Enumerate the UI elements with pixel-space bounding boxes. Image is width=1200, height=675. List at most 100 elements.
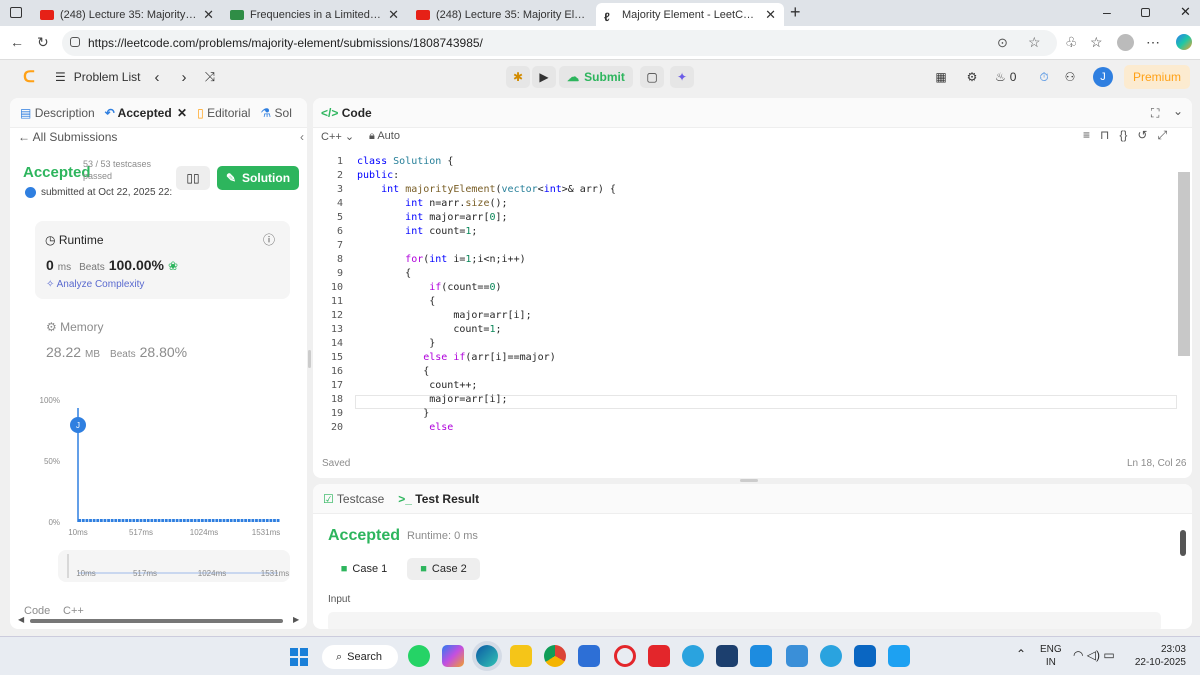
debug-icon[interactable]: ✱: [506, 66, 530, 88]
info-icon[interactable]: ⓘ: [263, 231, 275, 248]
scroll-left-icon[interactable]: ◀: [18, 615, 24, 624]
timer-icon[interactable]: ⏱: [1036, 68, 1052, 86]
refresh-icon[interactable]: ↻: [37, 34, 49, 51]
browser-tab-2[interactable]: Frequencies in a Limited Array | P ✕: [222, 3, 407, 26]
testcase-tab[interactable]: ☑ Testcase: [323, 492, 384, 506]
browser-tab-4-active[interactable]: ℓ Majority Element - LeetCode ✕: [596, 3, 784, 26]
streak-counter[interactable]: ♨ 0: [995, 68, 1016, 86]
collapse-panel-icon[interactable]: ⌄: [1173, 104, 1183, 118]
maximize-panel-icon[interactable]: ⛶: [1151, 106, 1159, 121]
tab-description[interactable]: ▤ Description: [20, 106, 95, 120]
leetcode-logo-icon[interactable]: ᑕ: [20, 68, 38, 86]
code-line: 2 public:: [313, 169, 1177, 183]
solution-button[interactable]: ✎ Solution: [217, 166, 299, 190]
language-indicator[interactable]: ENG IN: [1040, 643, 1062, 669]
ai-sparkle-icon[interactable]: ✦: [670, 66, 694, 88]
prev-problem-icon[interactable]: ‹: [150, 68, 164, 86]
clock[interactable]: 23:03 22-10-2025: [1133, 643, 1186, 669]
case-2-tab[interactable]: ■ Case 2: [407, 558, 480, 580]
site-info-icon[interactable]: [70, 37, 80, 47]
whatsapp-icon[interactable]: [408, 645, 430, 667]
horizontal-scrollbar[interactable]: ◀ ▶: [18, 615, 301, 624]
braces-icon[interactable]: {}: [1119, 128, 1127, 143]
code-tab[interactable]: </> Code: [321, 106, 372, 120]
copilot-icon[interactable]: [1176, 34, 1192, 50]
language-select[interactable]: C++ ⌄: [321, 130, 354, 143]
devcpp-icon[interactable]: [716, 645, 738, 667]
favorite-star-icon[interactable]: ☆: [1028, 34, 1041, 51]
close-tab-icon[interactable]: ✕: [388, 7, 399, 23]
problem-list-button[interactable]: ☰ Problem List: [55, 68, 140, 86]
back-icon[interactable]: ←: [10, 34, 24, 50]
taskbar-search[interactable]: ⌕ Search: [322, 645, 398, 669]
result-scrollbar[interactable]: [1180, 530, 1186, 556]
tab-accepted[interactable]: ↶ Accepted ✕: [105, 106, 187, 120]
test-result-tab[interactable]: >_ Test Result: [398, 492, 479, 506]
profile-avatar[interactable]: [1117, 34, 1134, 51]
vscode-icon[interactable]: [750, 645, 772, 667]
wps-icon[interactable]: [648, 645, 670, 667]
notes-icon[interactable]: ▢: [640, 66, 664, 88]
notebook-icon[interactable]: ▯▯: [176, 166, 210, 190]
user-avatar[interactable]: J: [1093, 67, 1113, 87]
linkedin-icon[interactable]: [854, 645, 876, 667]
tab-editorial[interactable]: ▯ Editorial: [197, 106, 250, 120]
code-line: 6 int count=1;: [313, 225, 1177, 239]
all-submissions-link[interactable]: ← All Submissions: [18, 130, 117, 144]
tray-chevron-icon[interactable]: ⌃: [1016, 647, 1026, 661]
case-1-tab[interactable]: ■ Case 1: [333, 558, 395, 580]
run-icon[interactable]: ▶: [532, 66, 556, 88]
close-tab-icon[interactable]: ✕: [177, 106, 187, 120]
extensions-icon[interactable]: ♧: [1065, 34, 1078, 51]
new-tab-icon[interactable]: +: [790, 2, 801, 23]
scroll-right-icon[interactable]: ▶: [293, 615, 299, 624]
tab-solutions[interactable]: ⚗ Sol: [260, 106, 291, 120]
bookmark-icon[interactable]: ⊓: [1100, 128, 1109, 143]
favorites-icon[interactable]: ☆: [1090, 34, 1103, 51]
more-icon[interactable]: ⋯: [1146, 34, 1160, 51]
notepad-icon[interactable]: [786, 645, 808, 667]
file-explorer-icon[interactable]: [510, 645, 532, 667]
close-tab-icon[interactable]: ✕: [203, 7, 214, 23]
analyze-complexity-link[interactable]: ✧ Analyze Complexity: [46, 279, 144, 290]
submit-button[interactable]: ☁ Submit: [559, 66, 633, 88]
close-window-icon[interactable]: ✕: [1180, 4, 1191, 20]
layout-icon[interactable]: ▦: [933, 68, 949, 86]
next-problem-icon[interactable]: ›: [177, 68, 191, 86]
code-vertical-scrollbar[interactable]: [1178, 172, 1190, 356]
add-friend-icon[interactable]: ⚇: [1062, 68, 1078, 86]
auto-mode[interactable]: 🔒︎ Auto: [369, 130, 400, 143]
vertical-resize-handle[interactable]: [740, 479, 758, 482]
settings-gear-icon[interactable]: ⚙: [964, 68, 980, 86]
bar: [168, 519, 172, 522]
premium-button[interactable]: Premium: [1124, 65, 1190, 89]
lock-icon: 🔒︎: [369, 130, 375, 142]
twitter-icon[interactable]: [888, 645, 910, 667]
sync-icon[interactable]: [820, 645, 842, 667]
read-aloud-icon[interactable]: ⊙: [997, 35, 1008, 51]
windows-start-icon[interactable]: [290, 648, 308, 666]
copilot-app-icon[interactable]: [442, 645, 464, 667]
reset-icon[interactable]: ↺: [1137, 128, 1147, 143]
tab-actions-icon[interactable]: [10, 7, 22, 18]
scroll-thumb[interactable]: [30, 619, 283, 623]
browser-tab-1[interactable]: (248) Lecture 35: Majority Elemen ✕: [32, 3, 222, 26]
code-editor[interactable]: 1 class Solution {2 public: 3 int majorityE…: [313, 152, 1177, 442]
shuffle-icon[interactable]: ⤨: [202, 68, 218, 86]
telegram-icon[interactable]: [682, 645, 704, 667]
opera-icon[interactable]: [614, 645, 636, 667]
code-line: 20 else: [313, 421, 1177, 435]
format-icon[interactable]: ≡: [1083, 128, 1090, 143]
chrome-icon[interactable]: [544, 645, 566, 667]
minimize-icon[interactable]: –: [1103, 4, 1111, 20]
maximize-icon[interactable]: [1141, 8, 1150, 17]
close-tab-icon[interactable]: ✕: [765, 7, 776, 23]
panel-resize-handle[interactable]: [308, 350, 311, 368]
wifi-volume-battery-icons[interactable]: ◠ ◁) ▭: [1073, 648, 1115, 662]
edge-icon[interactable]: [476, 645, 498, 667]
store-icon[interactable]: [578, 645, 600, 667]
url-field[interactable]: https://leetcode.com/problems/majority-e…: [62, 30, 1057, 56]
expand-icon[interactable]: ⤢: [1157, 128, 1167, 143]
chip-icon: ⚙: [46, 320, 57, 334]
browser-tab-3[interactable]: (248) Lecture 35: Majority Elemen: [408, 3, 596, 26]
